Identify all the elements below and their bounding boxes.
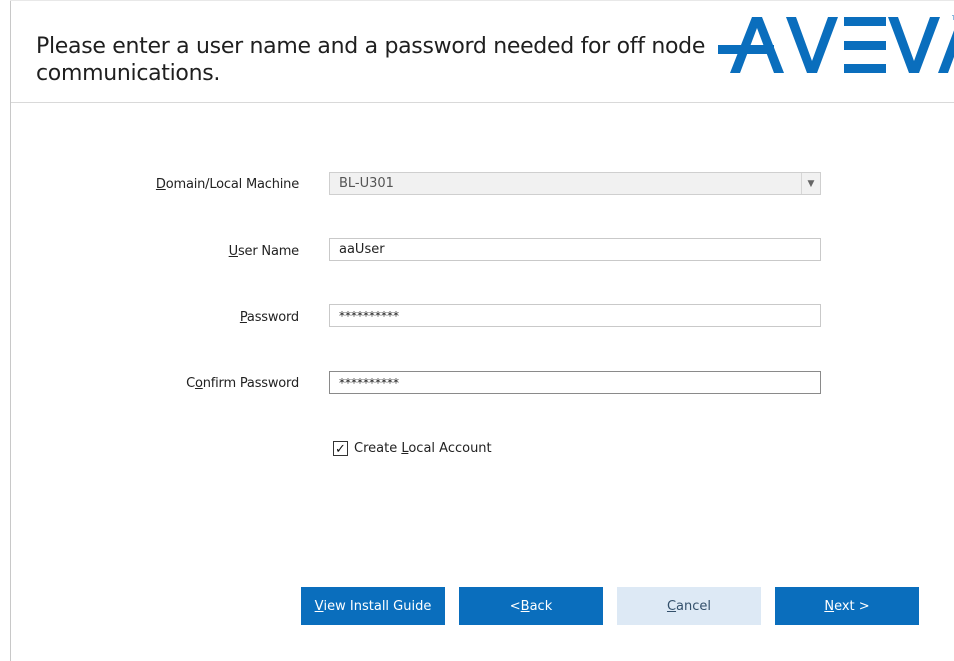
- password-label: Password: [239, 310, 299, 325]
- page-instruction: Please enter a user name and a password …: [36, 34, 706, 86]
- aveva-logo-icon: TM: [718, 15, 954, 73]
- confirm-password-value: **********: [339, 376, 399, 390]
- cancel-button[interactable]: Cancel: [617, 587, 761, 625]
- checkmark-icon: ✓: [335, 440, 346, 456]
- create-local-account-label[interactable]: Create Local Account: [354, 441, 492, 456]
- create-local-account-row[interactable]: ✓ Create Local Account: [333, 439, 492, 457]
- domain-select[interactable]: BL-U301 ▼: [329, 172, 821, 195]
- view-install-guide-button[interactable]: View Install Guide: [301, 587, 445, 625]
- user-name-input[interactable]: aaUser: [329, 238, 821, 261]
- user-name-label: User Name: [228, 244, 300, 259]
- confirm-password-label: Confirm Password: [186, 376, 299, 391]
- header-panel: Please enter a user name and a password …: [11, 1, 954, 103]
- chevron-down-icon[interactable]: ▼: [801, 173, 820, 194]
- password-value: **********: [339, 309, 399, 323]
- user-name-value: aaUser: [339, 242, 385, 257]
- back-button[interactable]: < Back: [459, 587, 603, 625]
- aveva-logo: TM: [716, 11, 954, 75]
- confirm-password-input[interactable]: **********: [329, 371, 821, 394]
- password-input[interactable]: **********: [329, 304, 821, 327]
- domain-label: Domain/Local Machine: [155, 177, 299, 192]
- create-local-account-checkbox[interactable]: ✓: [333, 440, 348, 456]
- next-button[interactable]: Next >: [775, 587, 919, 625]
- domain-value: BL-U301: [339, 176, 394, 191]
